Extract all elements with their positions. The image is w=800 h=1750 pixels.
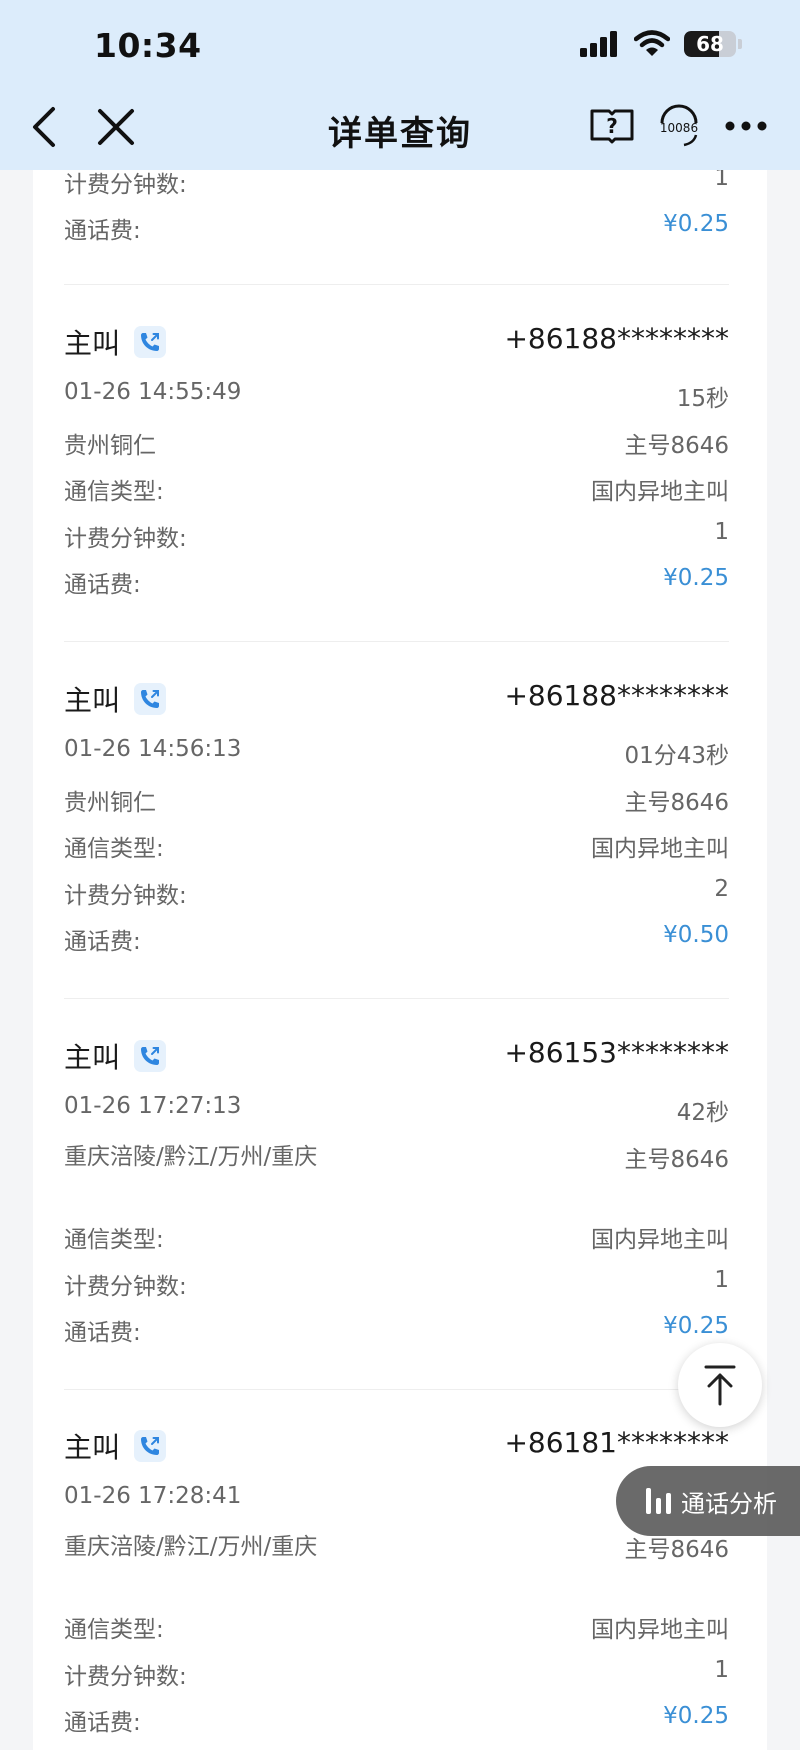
call-number: +86181******** [504, 1426, 729, 1459]
call-fee-value: ¥0.25 [663, 1313, 729, 1339]
billing-minutes-value: 1 [714, 519, 729, 545]
status-time: 10:34 [94, 26, 202, 65]
comm-type-value: 国内异地主叫 [591, 1617, 729, 1643]
call-fee-label: 通话费: [64, 1710, 141, 1736]
help-button[interactable]: ? [588, 104, 636, 148]
divider [64, 284, 729, 285]
battery-tip [738, 39, 742, 49]
call-datetime: 01-26 17:28:41 [64, 1483, 242, 1509]
customer-service-button[interactable]: 10086 [654, 101, 704, 151]
call-direction: 主叫 [64, 1431, 121, 1464]
call-line: 主号8646 [624, 1147, 729, 1173]
outgoing-call-icon [134, 683, 167, 715]
headset-icon: 10086 [660, 104, 698, 147]
cellular-signal-icon [580, 31, 617, 57]
billing-minutes-value: 1 [714, 1657, 729, 1683]
call-number: +86188******** [504, 322, 729, 355]
wifi-icon [634, 30, 670, 56]
call-direction: 主叫 [64, 1041, 121, 1074]
call-number: +86153******** [504, 1036, 729, 1069]
help-book-icon: ? [590, 109, 634, 144]
svg-text:?: ? [606, 114, 618, 138]
call-number: +86188******** [504, 679, 729, 712]
call-location: 贵州铜仁 [64, 433, 156, 459]
call-direction: 主叫 [64, 327, 121, 360]
call-fee-label: 通话费: [64, 929, 141, 955]
billing-minutes-label: 计费分钟数: [64, 1274, 187, 1300]
call-analysis-label: 通话分析 [681, 1489, 777, 1518]
call-direction: 主叫 [64, 684, 121, 717]
call-fee-label: 通话费: [64, 218, 141, 244]
call-duration: 01分43秒 [624, 743, 729, 769]
comm-type-value: 国内异地主叫 [591, 479, 729, 505]
call-datetime: 01-26 14:56:13 [64, 736, 242, 762]
call-datetime: 01-26 17:27:13 [64, 1093, 242, 1119]
comm-type-value: 国内异地主叫 [591, 836, 729, 862]
billing-minutes-label: 计费分钟数: [64, 526, 187, 552]
call-datetime: 01-26 14:55:49 [64, 379, 242, 405]
more-button[interactable] [722, 104, 770, 148]
comm-type-value: 国内异地主叫 [591, 1227, 729, 1253]
call-fee-value: ¥0.25 [663, 565, 729, 591]
billing-minutes-label: 计费分钟数: [64, 1664, 187, 1690]
outgoing-call-icon [134, 1430, 167, 1462]
billing-minutes-label: 计费分钟数: [64, 172, 187, 198]
call-analysis-button[interactable]: 通话分析 [616, 1466, 800, 1536]
scroll-to-top-button[interactable] [678, 1343, 762, 1427]
call-location: 重庆涪陵/黔江/万州/重庆 [64, 1144, 318, 1170]
comm-type-label: 通信类型: [64, 479, 164, 505]
call-line: 主号8646 [624, 790, 729, 816]
call-fee-value: ¥0.50 [663, 922, 729, 948]
billing-minutes-label: 计费分钟数: [64, 883, 187, 909]
battery-percent: 68 [696, 32, 724, 56]
outgoing-call-icon [134, 326, 167, 358]
divider [64, 1389, 729, 1390]
call-fee-value: ¥0.25 [663, 211, 729, 237]
call-fee-label: 通话费: [64, 572, 141, 598]
comm-type-label: 通信类型: [64, 836, 164, 862]
call-location: 重庆涪陵/黔江/万州/重庆 [64, 1534, 318, 1560]
billing-minutes-value: 1 [714, 1267, 729, 1293]
call-line: 主号8646 [624, 433, 729, 459]
outgoing-call-icon [134, 1040, 167, 1072]
call-duration: 42秒 [676, 1100, 729, 1126]
call-fee-value: ¥0.25 [663, 1703, 729, 1729]
call-location: 贵州铜仁 [64, 790, 156, 816]
divider [64, 641, 729, 642]
bar-chart-icon [646, 1488, 671, 1514]
billing-minutes-value: 2 [714, 876, 729, 902]
top-bar: 10:34 68 详单查询 ? 10086 [0, 0, 800, 170]
battery-indicator: 68 [684, 31, 736, 57]
arrow-up-icon [704, 1365, 736, 1406]
call-fee-label: 通话费: [64, 1320, 141, 1346]
comm-type-label: 通信类型: [64, 1617, 164, 1643]
call-duration: 15秒 [676, 386, 729, 412]
status-icons: 68 [580, 30, 742, 58]
comm-type-label: 通信类型: [64, 1227, 164, 1253]
service-number: 10086 [660, 121, 698, 135]
divider [64, 998, 729, 999]
more-dots-icon [725, 121, 767, 131]
